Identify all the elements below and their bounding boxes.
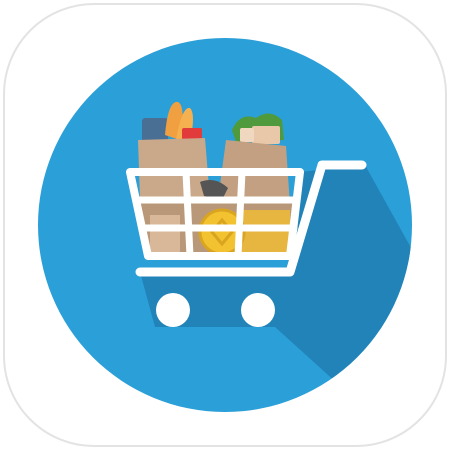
- cart-grid-line: [234, 168, 246, 260]
- cart-grid-line: [182, 168, 194, 260]
- app-icon[interactable]: [0, 0, 450, 450]
- box-item: [150, 215, 180, 253]
- package: [240, 128, 254, 142]
- cart-wheel-left: [156, 293, 190, 327]
- coin-stack: [240, 210, 290, 256]
- package: [252, 126, 280, 144]
- cart-wheel-right: [241, 293, 275, 327]
